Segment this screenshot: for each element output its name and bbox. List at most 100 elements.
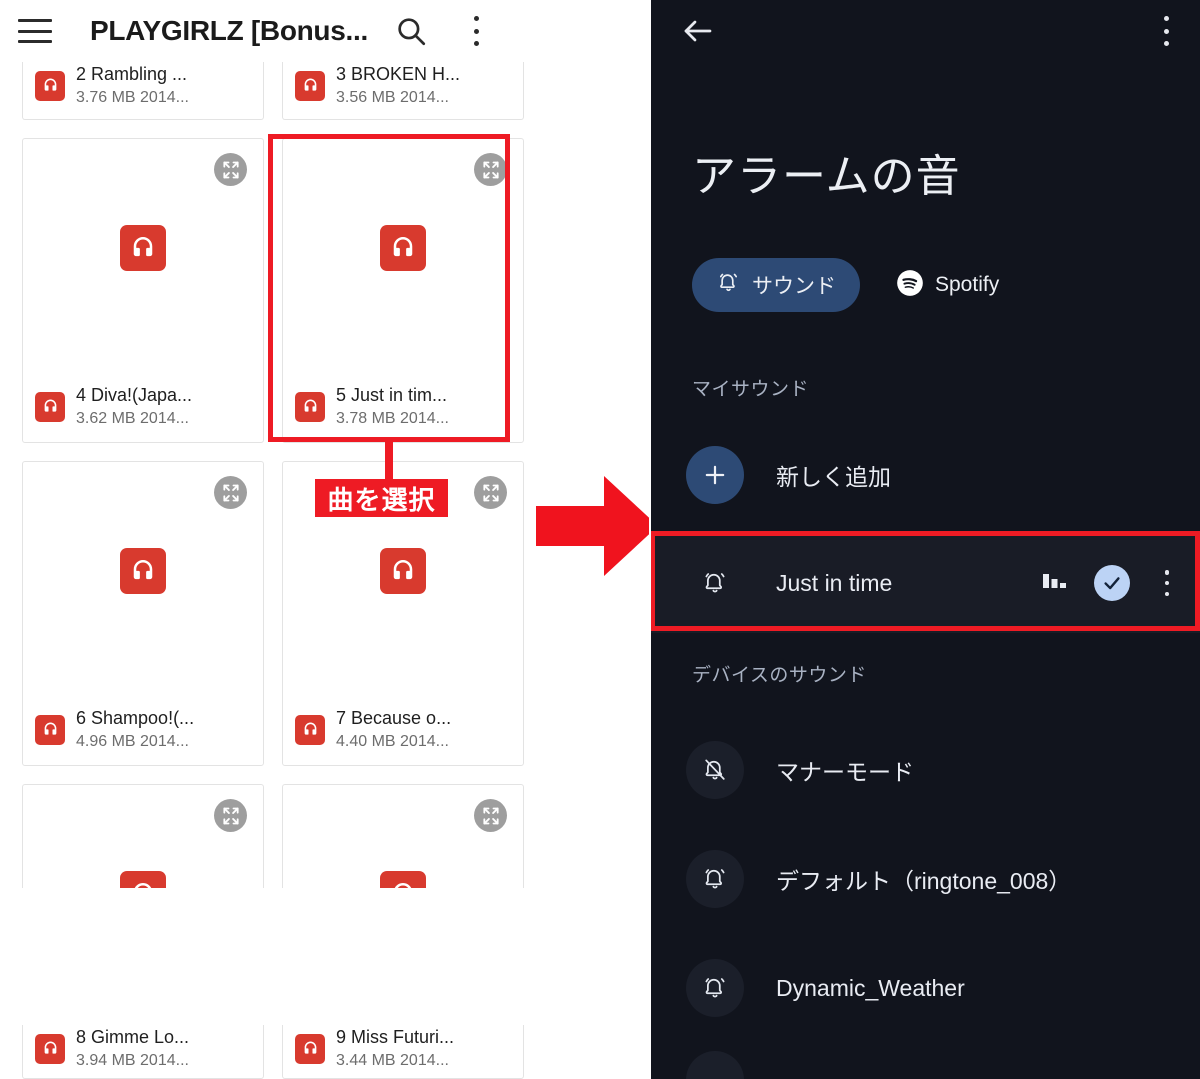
file-card[interactable]: 4 Diva!(Japa... 3.62 MB 2014... (22, 138, 264, 443)
chip-spotify-label: Spotify (935, 273, 1000, 296)
row-dynamic-weather-label: Dynamic_Weather (776, 974, 965, 1001)
check-circle-icon[interactable] (1094, 565, 1130, 601)
file-card[interactable]: 2 Rambling ... 3.76 MB 2014... (22, 62, 264, 120)
file-card[interactable]: 3 BROKEN H... 3.56 MB 2014... (282, 62, 524, 120)
file-card-text: 8 Gimme Lo... 3.94 MB 2014... (76, 1025, 189, 1072)
annotation-callout-label: 曲を選択 (315, 479, 448, 517)
chip-sound-label: サウンド (752, 275, 836, 298)
file-card[interactable] (22, 784, 264, 888)
file-meta: 3.44 MB 2014... (336, 1052, 449, 1070)
row-default-ringtone-label: デフォルト（ringtone_008） (776, 868, 1072, 894)
bell-ring-icon (686, 850, 744, 908)
row-trailing-controls (1042, 565, 1178, 601)
file-meta: 3.78 MB 2014... (336, 410, 449, 428)
file-card-text: 9 Miss Futuri... 3.44 MB 2014... (336, 1025, 454, 1072)
file-card-selected[interactable]: 5 Just in tim... 3.78 MB 2014... (282, 138, 524, 443)
row-dynamic-weather[interactable]: Dynamic_Weather (650, 938, 1200, 1038)
file-card-text: 5 Just in tim... 3.78 MB 2014... (336, 383, 449, 430)
file-card-artwork (23, 871, 263, 888)
headphones-icon (120, 225, 166, 271)
row-just-in-time[interactable]: Just in time (650, 533, 1200, 633)
equalizer-icon[interactable] (1042, 570, 1068, 597)
headphones-icon (120, 871, 166, 888)
annotation-connector-line (385, 442, 393, 484)
file-manager-appbar: PLAYGIRLZ [Bonus... (0, 0, 650, 62)
file-name: 7 Because o... (336, 708, 452, 729)
file-meta: 3.62 MB 2014... (76, 410, 189, 428)
more-vert-icon[interactable] (464, 16, 490, 46)
file-card-text: 2 Rambling ... 3.76 MB 2014... (76, 62, 189, 109)
headphones-icon (380, 548, 426, 594)
file-card-footer: 5 Just in tim... 3.78 MB 2014... (295, 383, 513, 430)
file-card[interactable]: 9 Miss Futuri... 3.44 MB 2014... (282, 1025, 524, 1079)
file-card-footer: 3 BROKEN H... 3.56 MB 2014... (295, 62, 513, 109)
file-name: 6 Shampoo!(... (76, 708, 195, 729)
row-silent-mode[interactable]: マナーモード (650, 720, 1200, 820)
row-just-in-time-label: Just in time (776, 569, 893, 596)
row-add-new-label: 新しく追加 (776, 464, 891, 490)
headphones-icon (295, 1033, 325, 1064)
headphones-icon (120, 548, 166, 594)
more-vert-icon[interactable] (1156, 570, 1178, 596)
spotify-icon (896, 269, 924, 302)
expand-icon[interactable] (474, 476, 507, 509)
more-vert-icon[interactable] (1154, 16, 1178, 46)
file-name: 9 Miss Futuri... (336, 1027, 455, 1048)
row-default-ringtone[interactable]: デフォルト（ringtone_008） (650, 829, 1200, 929)
file-card-footer: 8 Gimme Lo... 3.94 MB 2014... (35, 1025, 253, 1072)
source-chip-group: サウンド Spotify (692, 258, 1023, 312)
headphones-icon (35, 714, 65, 745)
expand-icon[interactable] (474, 799, 507, 832)
panel-divider (649, 0, 651, 1079)
file-card-footer: 2 Rambling ... 3.76 MB 2014... (35, 62, 253, 109)
file-grid-row: 2 Rambling ... 3.76 MB 2014... 3 BROKEN … (22, 62, 628, 120)
right-arrow-annotation (528, 462, 664, 590)
headphones-icon (295, 70, 325, 101)
file-card-artwork (283, 225, 523, 271)
headphones-icon (295, 391, 325, 422)
headphones-icon (295, 714, 325, 745)
row-partial-next-item[interactable] (686, 1051, 744, 1079)
file-card-footer: 6 Shampoo!(... 4.96 MB 2014... (35, 706, 253, 753)
hamburger-menu-icon[interactable] (18, 19, 52, 43)
file-card-artwork (23, 548, 263, 594)
screenshot-root: PLAYGIRLZ [Bonus... 2 Rambling ... 3.76 … (0, 0, 1200, 1079)
file-card[interactable]: 8 Gimme Lo... 3.94 MB 2014... (22, 1025, 264, 1079)
section-heading-device-sounds: デバイスのサウンド (692, 665, 867, 686)
bell-off-icon (686, 741, 744, 799)
chip-sound[interactable]: サウンド (692, 258, 860, 312)
file-card-text: 3 BROKEN H... 3.56 MB 2014... (336, 62, 460, 109)
expand-icon[interactable] (474, 153, 507, 186)
file-card-footer: 4 Diva!(Japa... 3.62 MB 2014... (35, 383, 253, 430)
file-card-artwork (283, 871, 523, 888)
alarm-appbar (650, 0, 1200, 62)
page-title: PLAYGIRLZ [Bonus... (90, 15, 368, 46)
search-icon[interactable] (394, 14, 428, 48)
file-card-footer: 9 Miss Futuri... 3.44 MB 2014... (295, 1025, 513, 1072)
file-card[interactable]: 6 Shampoo!(... 4.96 MB 2014... (22, 461, 264, 766)
file-card-text: 4 Diva!(Japa... 3.62 MB 2014... (76, 383, 192, 430)
headphones-icon (380, 871, 426, 888)
expand-icon[interactable] (214, 476, 247, 509)
chip-spotify[interactable]: Spotify (894, 258, 1023, 312)
file-card[interactable] (282, 784, 524, 888)
section-heading-my-sound: マイサウンド (692, 379, 810, 400)
file-meta: 3.94 MB 2014... (76, 1052, 189, 1070)
bell-ring-icon (686, 959, 744, 1017)
row-add-new[interactable]: 新しく追加 (650, 425, 1200, 525)
file-grid-row (22, 784, 628, 888)
file-meta: 3.76 MB 2014... (76, 89, 189, 107)
file-name: 4 Diva!(Japa... (76, 385, 193, 406)
file-meta: 4.96 MB 2014... (76, 733, 189, 751)
file-meta: 4.40 MB 2014... (336, 733, 449, 751)
headphones-icon (35, 1033, 65, 1064)
row-silent-mode-label: マナーモード (776, 759, 914, 785)
file-card-artwork (283, 548, 523, 594)
expand-icon[interactable] (214, 799, 247, 832)
alarm-sound-panel: アラームの音 サウンド Spotify マイサウンド 新しく追加 Just in… (650, 0, 1200, 1079)
back-arrow-icon[interactable] (680, 13, 716, 49)
file-grid-row: 4 Diva!(Japa... 3.62 MB 2014... 5 Just i… (22, 138, 628, 443)
file-card-footer: 7 Because o... 4.40 MB 2014... (295, 706, 513, 753)
expand-icon[interactable] (214, 153, 247, 186)
file-name: 2 Rambling ... (76, 64, 188, 85)
